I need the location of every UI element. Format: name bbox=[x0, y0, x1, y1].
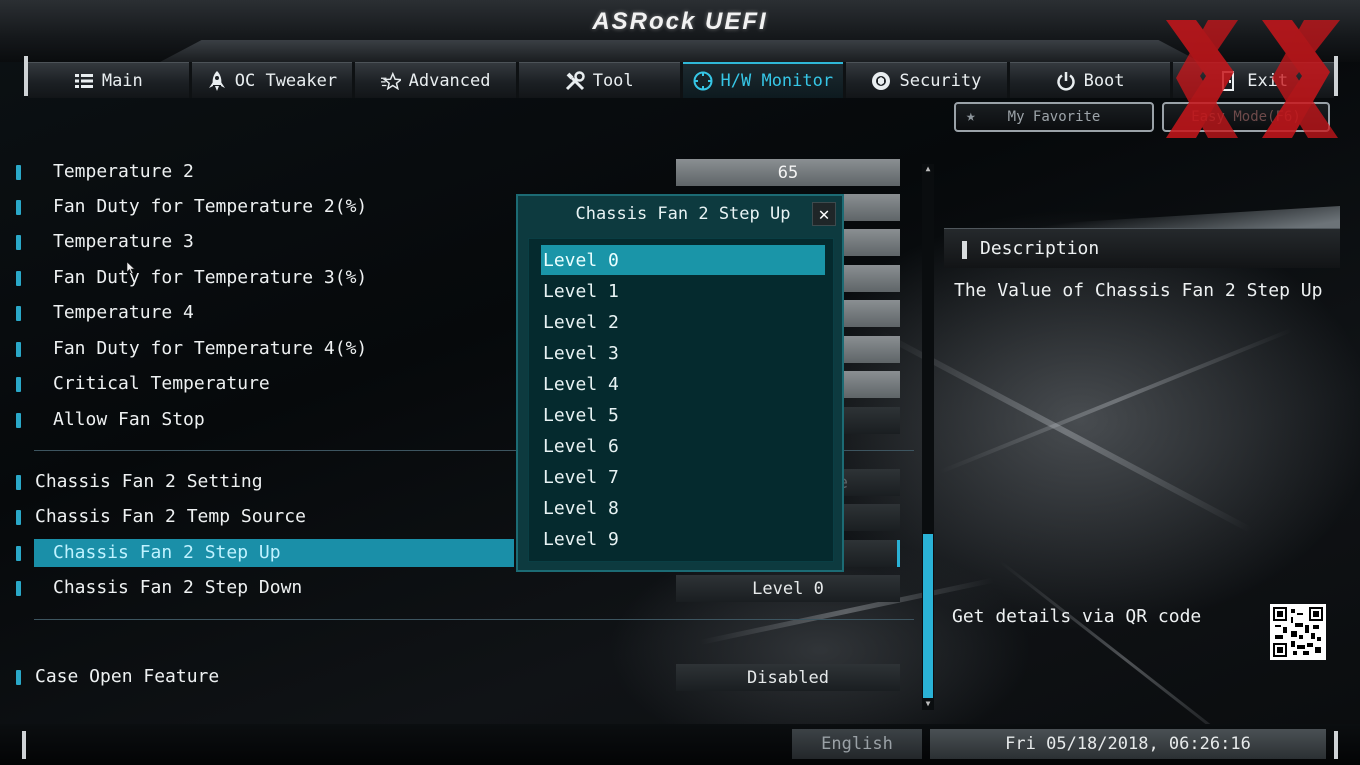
setting-label: Chassis Fan 2 Setting bbox=[35, 471, 263, 492]
star-icon bbox=[380, 71, 401, 91]
row-marker bbox=[16, 510, 21, 525]
setting-label: Case Open Feature bbox=[35, 666, 220, 687]
list-icon bbox=[74, 71, 94, 91]
tab-main[interactable]: Main bbox=[28, 62, 189, 98]
brand-title: ASRock UEFI bbox=[592, 8, 768, 35]
shield-gear-icon bbox=[871, 71, 891, 91]
setting-row-case-open-feature[interactable]: Case Open Feature Disabled bbox=[0, 663, 910, 693]
popup-option-level-9[interactable]: Level 9 bbox=[541, 524, 825, 554]
section-divider bbox=[34, 619, 914, 620]
setting-label: Allow Fan Stop bbox=[53, 409, 205, 430]
tab-boot-label: Boot bbox=[1083, 70, 1125, 91]
tab-tool[interactable]: Tool bbox=[518, 62, 680, 98]
qr-code-icon bbox=[1270, 604, 1326, 660]
setting-label: Temperature 3 bbox=[53, 231, 194, 252]
row-marker bbox=[16, 377, 21, 392]
setting-label: Temperature 4 bbox=[53, 302, 194, 323]
popup-title: Chassis Fan 2 Step Up bbox=[575, 204, 791, 224]
row-marker bbox=[16, 581, 21, 596]
popup-option-level-3[interactable]: Level 3 bbox=[541, 338, 825, 368]
setting-row-chassis-fan-2-step-down[interactable]: Chassis Fan 2 Step Down Level 0 bbox=[0, 574, 910, 604]
option-popup: Chassis Fan 2 Step Up ✕ Level 0 Level 1 … bbox=[516, 194, 844, 572]
row-marker bbox=[16, 475, 21, 490]
popup-option-level-8[interactable]: Level 8 bbox=[541, 493, 825, 523]
scroll-down-arrow-icon[interactable]: ▼ bbox=[922, 699, 934, 709]
main-tab-bar: Main OC Tweaker Advanced Tool H/W Monito… bbox=[28, 62, 1334, 98]
setting-value[interactable]: 65 bbox=[676, 159, 900, 186]
tab-advanced-label: Advanced bbox=[408, 70, 491, 91]
popup-option-level-1[interactable]: Level 1 bbox=[541, 276, 825, 306]
row-marker bbox=[16, 306, 21, 321]
row-marker bbox=[16, 200, 21, 215]
header-wing-left bbox=[160, 40, 680, 62]
info-bar-icon bbox=[962, 241, 967, 259]
description-header: Description bbox=[944, 228, 1340, 268]
header-wing-right bbox=[680, 40, 1200, 62]
tools-icon bbox=[565, 70, 585, 91]
tab-hw-monitor[interactable]: H/W Monitor bbox=[682, 62, 844, 98]
tab-tool-label: Tool bbox=[592, 70, 634, 91]
popup-option-level-7[interactable]: Level 7 bbox=[541, 462, 825, 492]
setting-label: Fan Duty for Temperature 4(%) bbox=[53, 338, 368, 359]
header-bar: ASRock UEFI bbox=[0, 0, 1360, 62]
popup-option-level-5[interactable]: Level 5 bbox=[541, 400, 825, 430]
rocket-icon bbox=[207, 70, 227, 91]
footer-edge-left bbox=[22, 731, 26, 759]
row-marker bbox=[16, 165, 21, 180]
setting-row-temperature-2[interactable]: Temperature 2 65 bbox=[0, 158, 910, 188]
setting-value[interactable]: Level 0 bbox=[676, 575, 900, 602]
description-text: The Value of Chassis Fan 2 Step Up bbox=[954, 280, 1323, 301]
popup-option-level-0[interactable]: Level 0 bbox=[541, 245, 825, 275]
popup-option-level-2[interactable]: Level 2 bbox=[541, 307, 825, 337]
description-panel: Description The Value of Chassis Fan 2 S… bbox=[944, 228, 1340, 704]
popup-option-list: Level 0 Level 1 Level 2 Level 3 Level 4 … bbox=[528, 238, 834, 562]
datetime-display: Fri 05/18/2018, 06:26:16 bbox=[930, 729, 1326, 759]
setting-label: Chassis Fan 2 Step Up bbox=[53, 542, 281, 563]
scroll-up-arrow-icon[interactable]: ▲ bbox=[922, 164, 934, 174]
tab-main-label: Main bbox=[101, 70, 143, 91]
xx-watermark-icon bbox=[1166, 20, 1340, 138]
tab-security-label: Security bbox=[899, 70, 982, 91]
row-marker bbox=[16, 546, 21, 561]
mouse-cursor-icon bbox=[127, 262, 135, 274]
favorite-star-icon: ★ bbox=[966, 106, 976, 125]
monitor-dial-icon bbox=[693, 71, 713, 91]
setting-label: Fan Duty for Temperature 3(%) bbox=[53, 267, 368, 288]
row-marker bbox=[16, 342, 21, 357]
setting-label: Chassis Fan 2 Temp Source bbox=[35, 506, 306, 527]
scrollbar-thumb[interactable] bbox=[923, 534, 933, 698]
row-marker bbox=[16, 271, 21, 286]
popup-option-level-6[interactable]: Level 6 bbox=[541, 431, 825, 461]
footer-edge-right bbox=[1334, 731, 1338, 759]
setting-label: Temperature 2 bbox=[53, 161, 194, 182]
row-marker bbox=[16, 670, 21, 685]
my-favorite-button[interactable]: ★ My Favorite bbox=[954, 102, 1154, 132]
description-title: Description bbox=[980, 238, 1100, 259]
my-favorite-label: My Favorite bbox=[1007, 109, 1101, 125]
qr-code-label: Get details via QR code bbox=[952, 606, 1202, 627]
row-marker bbox=[16, 413, 21, 428]
language-button[interactable]: English bbox=[792, 729, 922, 759]
row-marker bbox=[16, 235, 21, 250]
tab-advanced[interactable]: Advanced bbox=[355, 62, 516, 98]
tab-boot[interactable]: Boot bbox=[1009, 62, 1171, 98]
popup-option-level-4[interactable]: Level 4 bbox=[541, 369, 825, 399]
power-icon bbox=[1056, 71, 1076, 91]
setting-value[interactable]: Disabled bbox=[676, 664, 900, 691]
tab-oc-tweaker[interactable]: OC Tweaker bbox=[191, 62, 353, 98]
close-icon[interactable]: ✕ bbox=[812, 202, 836, 226]
setting-label: Chassis Fan 2 Step Down bbox=[53, 577, 303, 598]
setting-label: Critical Temperature bbox=[53, 373, 270, 394]
tab-hw-monitor-label: H/W Monitor bbox=[720, 71, 834, 91]
tab-oc-tweaker-label: OC Tweaker bbox=[234, 70, 338, 91]
setting-label: Fan Duty for Temperature 2(%) bbox=[53, 196, 368, 217]
tab-security[interactable]: Security bbox=[846, 62, 1007, 98]
